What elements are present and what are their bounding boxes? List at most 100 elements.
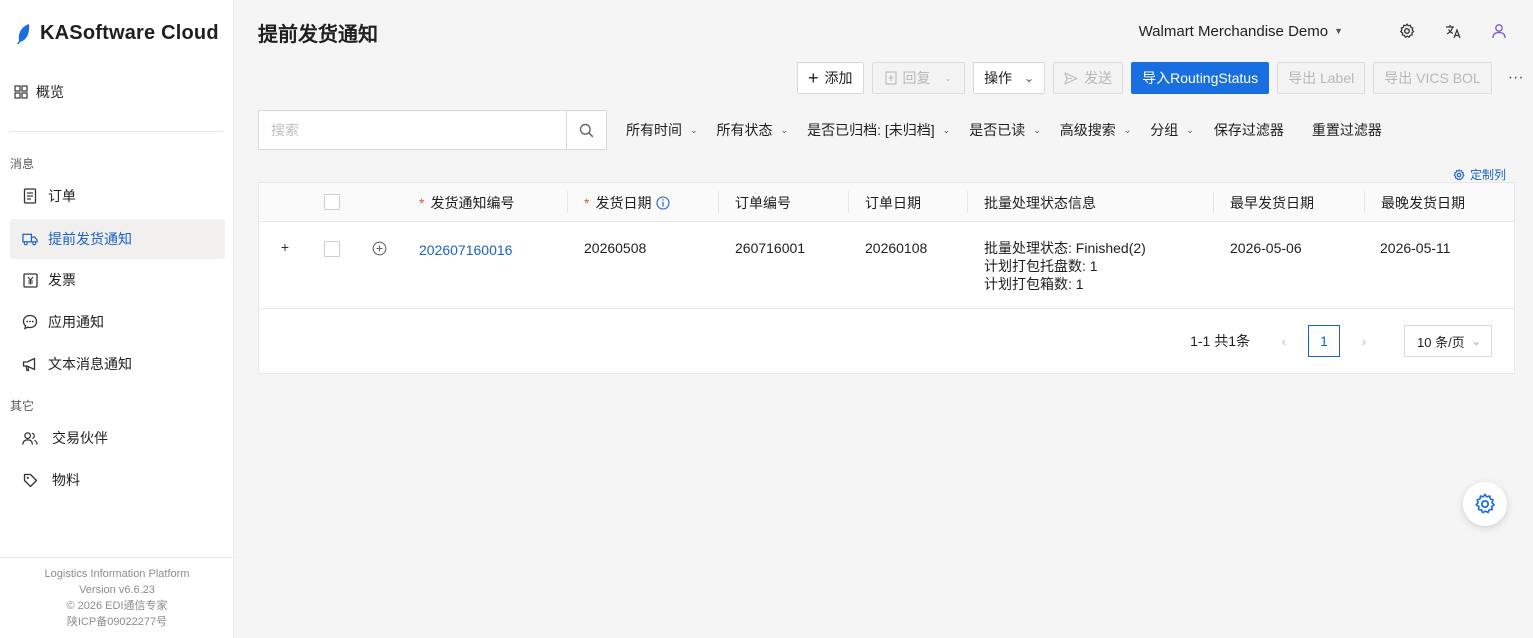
column-header-order-no[interactable]: 订单编号 <box>735 183 791 222</box>
filter-label: 所有状态 <box>716 122 773 138</box>
cell-latest-ship: 2026-05-11 <box>1380 240 1451 256</box>
reply-button-label: 回复 <box>902 70 931 86</box>
sidebar-item-invoice[interactable]: 发票 <box>10 260 225 300</box>
page-number-current[interactable]: 1 <box>1308 325 1340 357</box>
sidebar-item-label: 应用通知 <box>48 314 104 330</box>
footer-copyright: © 2026 EDI通信专家 <box>66 600 168 612</box>
sidebar-item-label: 订单 <box>48 188 76 204</box>
megaphone-icon <box>22 356 38 372</box>
sidebar-item-label: 概览 <box>36 84 64 100</box>
column-header-batch-status[interactable]: 批量处理状态信息 <box>984 183 1096 222</box>
filter-archived[interactable]: 是否已归档: [未归档] ⌄ <box>807 120 950 140</box>
sidebar-item-label: 发票 <box>48 272 76 288</box>
sidebar-item-materials[interactable]: 物料 <box>10 460 225 500</box>
column-header-asn-no[interactable]: * 发货通知编号 <box>419 183 514 222</box>
sidebar-item-label: 文本消息通知 <box>48 356 132 372</box>
pagination: 1-1 共1条 ‹ 1 › 10 条/页 ⌄ <box>1190 325 1492 357</box>
customize-columns-link[interactable]: 定制列 <box>1453 166 1506 183</box>
cell-batch-status: 批量处理状态: Finished(2) 计划打包托盘数: 1 计划打包箱数: 1 <box>984 239 1146 293</box>
sidebar-item-label: 交易伙伴 <box>52 430 108 446</box>
user-avatar-icon[interactable] <box>1489 21 1509 41</box>
cell-ship-date: 20260508 <box>584 240 647 256</box>
sidebar-item-app-notice[interactable]: 应用通知 <box>10 302 225 342</box>
sidebar-divider <box>10 131 223 132</box>
expand-row-icon[interactable]: + <box>278 239 292 255</box>
sidebar-item-partners[interactable]: 交易伙伴 <box>10 418 225 458</box>
chevron-down-icon: ⌄ <box>1033 124 1041 135</box>
filter-group[interactable]: 分组 ⌄ <box>1150 120 1194 140</box>
add-circle-icon[interactable] <box>372 241 387 256</box>
chevron-down-icon: ⌄ <box>690 124 698 135</box>
page-title: 提前发货通知 <box>258 24 378 46</box>
filter-advanced-search[interactable]: 高级搜索 ⌄ <box>1060 120 1132 140</box>
pagination-total: 1-1 共1条 <box>1190 333 1250 349</box>
users-icon <box>22 430 38 446</box>
filter-label: 高级搜索 <box>1059 122 1116 138</box>
document-icon <box>22 188 38 204</box>
required-marker: * <box>584 194 590 211</box>
sidebar-item-overview[interactable]: 概览 <box>10 78 225 106</box>
brand[interactable]: KASoftware Cloud <box>16 22 219 45</box>
column-header-order-date[interactable]: 订单日期 <box>865 183 921 222</box>
column-header-ship-date[interactable]: * 发货日期 <box>584 183 671 222</box>
more-options-button[interactable]: ··· <box>1500 62 1532 94</box>
actions-dropdown[interactable]: 操作 ⌄ <box>973 62 1046 94</box>
filter-label: 是否已归档: [未归档] <box>807 122 935 138</box>
footer-icp: 陕ICP备09022277号 <box>66 616 168 628</box>
send-button-label: 发送 <box>1084 70 1113 86</box>
export-label-button[interactable]: 导出 Label <box>1277 62 1366 94</box>
column-header-earliest-ship[interactable]: 最早发货日期 <box>1230 183 1314 222</box>
sidebar-item-orders[interactable]: 订单 <box>10 176 225 216</box>
reply-doc-icon <box>884 71 897 85</box>
tenant-selector[interactable]: Walmart Merchandise Demo ▼ <box>1139 23 1343 40</box>
page-size-select[interactable]: 10 条/页 ⌄ <box>1404 325 1492 357</box>
chevron-down-icon: ⌄ <box>1186 124 1194 135</box>
sidebar-item-asn[interactable]: 提前发货通知 <box>10 219 225 259</box>
filter-label: 分组 <box>1150 122 1179 138</box>
sidebar-item-label: 物料 <box>52 472 80 488</box>
footer-version: Version v6.6.23 <box>79 584 155 596</box>
brand-name: KASoftware Cloud <box>40 22 219 44</box>
select-all-checkbox[interactable] <box>324 194 340 210</box>
planned-pallets-line: 计划打包托盘数: 1 <box>984 258 1098 274</box>
cell-earliest-ship: 2026-05-06 <box>1230 240 1302 256</box>
invoice-icon <box>22 272 38 288</box>
row-checkbox[interactable] <box>324 241 340 257</box>
table-header: * 发货通知编号 * 发货日期 订单编号 订单日期 批量处理状态信息 最早发货日期 … <box>259 183 1514 222</box>
planned-cartons-line: 计划打包箱数: 1 <box>984 276 1084 292</box>
tenant-name: Walmart Merchandise Demo <box>1138 22 1329 40</box>
column-header-latest-ship[interactable]: 最晚发货日期 <box>1381 183 1465 222</box>
asn-number-link[interactable]: 202607160016 <box>419 241 512 259</box>
reset-filter-button[interactable]: 重置过滤器 <box>1312 120 1382 140</box>
search-icon[interactable] <box>566 111 606 149</box>
export-vics-bol-button[interactable]: 导出 VICS BOL <box>1373 62 1492 94</box>
next-page-icon[interactable]: › <box>1348 325 1380 357</box>
required-marker: * <box>419 194 425 211</box>
plus-icon: + <box>808 68 819 88</box>
table-row[interactable]: + 202607160016 20260508 260716001 202601… <box>259 223 1514 309</box>
chevron-down-icon: ⌄ <box>944 72 953 83</box>
settings-gear-icon[interactable] <box>1397 21 1417 41</box>
sidebar-item-sms-notice[interactable]: 文本消息通知 <box>10 344 225 384</box>
prev-page-icon[interactable]: ‹ <box>1268 325 1300 357</box>
import-routing-status-button[interactable]: 导入RoutingStatus <box>1131 62 1270 94</box>
batch-status-line: 批量处理状态: Finished(2) <box>984 240 1146 256</box>
translate-icon[interactable] <box>1443 21 1463 41</box>
column-separator <box>1364 191 1365 213</box>
section-label-other: 其它 <box>10 399 35 413</box>
filter-all-time[interactable]: 所有时间 ⌄ <box>626 120 698 140</box>
actions-label: 操作 <box>984 70 1013 86</box>
leaf-logo-icon <box>17 23 30 44</box>
filter-read[interactable]: 是否已读 ⌄ <box>969 120 1041 140</box>
send-icon <box>1064 71 1078 85</box>
search-input[interactable] <box>259 111 566 149</box>
reply-button[interactable]: 回复 ⌄ <box>871 62 966 94</box>
send-button[interactable]: 发送 <box>1053 62 1124 94</box>
filter-all-status[interactable]: 所有状态 ⌄ <box>717 120 789 140</box>
info-icon[interactable] <box>656 195 671 210</box>
save-filter-button[interactable]: 保存过滤器 <box>1214 120 1284 140</box>
filter-bar: 所有时间 ⌄ 所有状态 ⌄ 是否已归档: [未归档] ⌄ 是否已读 ⌄ 高级搜索 ⌄ 分组… <box>258 110 1382 150</box>
add-button-label: 添加 <box>824 70 853 86</box>
floating-settings-button[interactable] <box>1463 482 1507 526</box>
add-button[interactable]: + 添加 <box>797 62 864 94</box>
